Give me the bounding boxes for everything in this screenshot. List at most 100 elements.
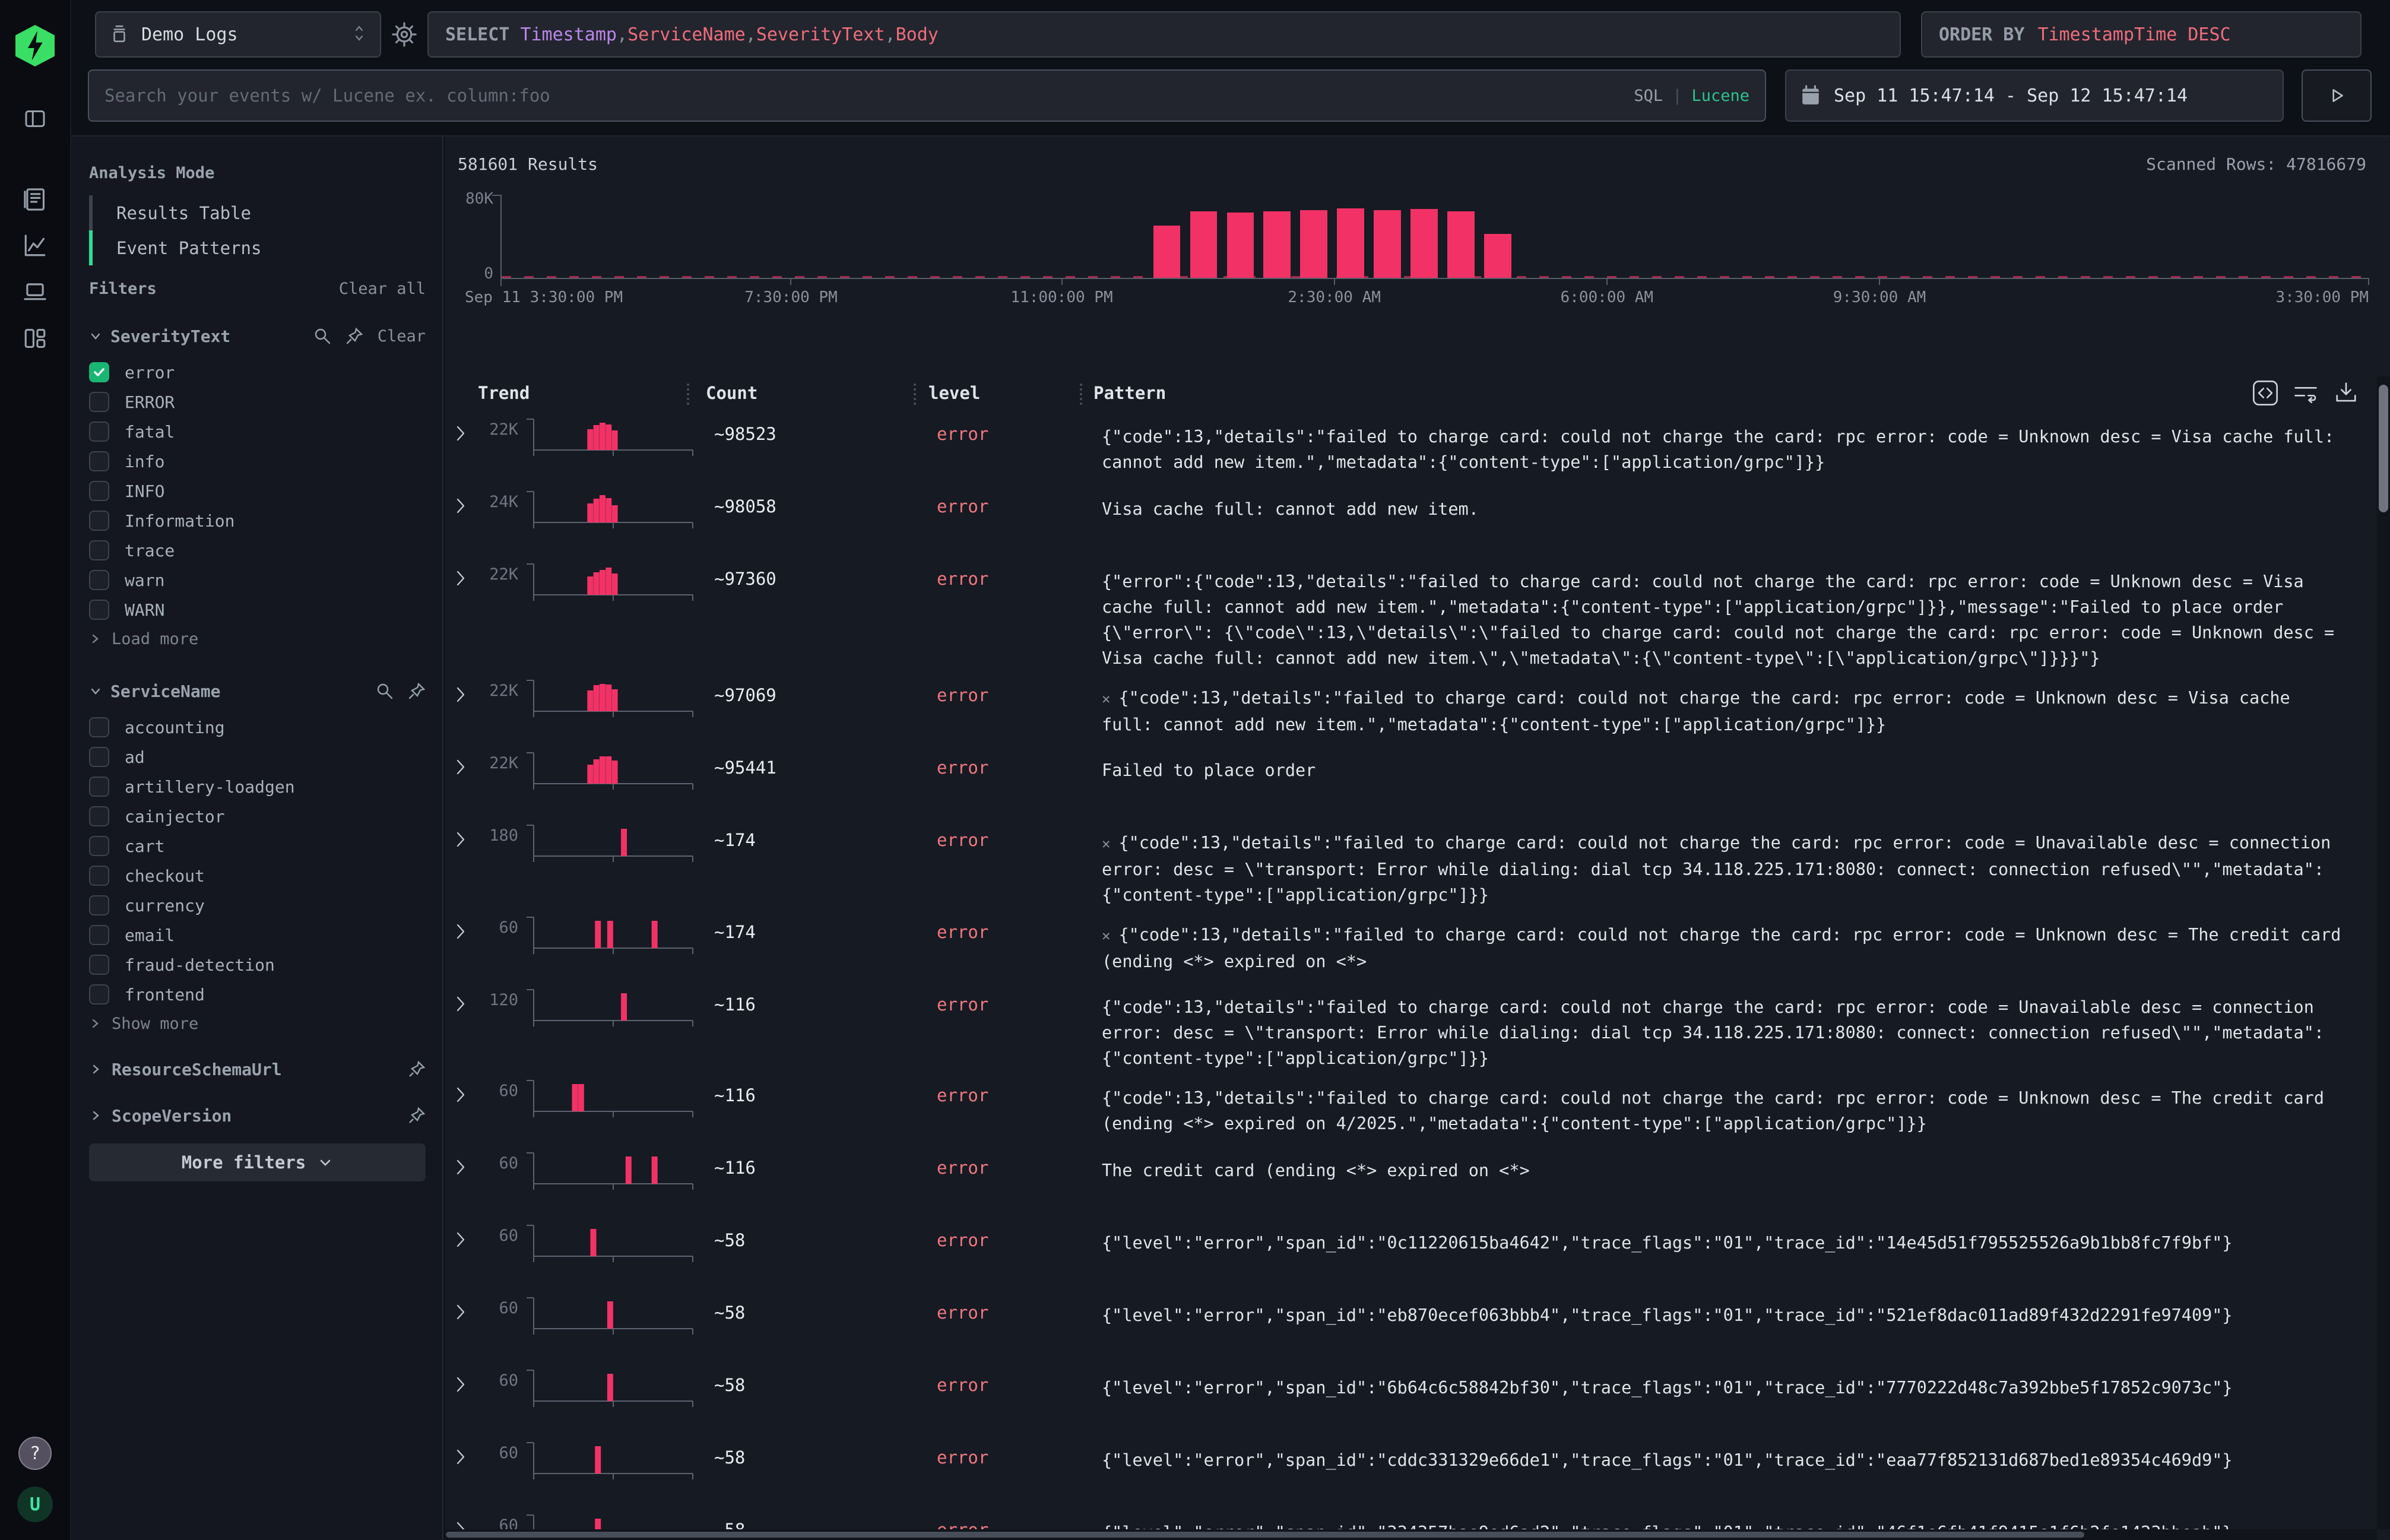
horizontal-scrollbar-thumb[interactable] bbox=[446, 1532, 2084, 1538]
pin-icon[interactable] bbox=[408, 1107, 426, 1124]
expand-row-button[interactable] bbox=[453, 1367, 479, 1396]
layout-icon[interactable] bbox=[16, 319, 54, 357]
histogram-bar[interactable] bbox=[1484, 234, 1511, 278]
table-row[interactable]: 60~174error✕{"code":13,"details":"failed… bbox=[445, 908, 2377, 980]
collapsed-filter-group[interactable]: ScopeVersion bbox=[89, 1101, 426, 1130]
filter-checkbox-item[interactable]: artillery-loadgen bbox=[89, 772, 426, 801]
filter-checkbox-item[interactable]: Information bbox=[89, 506, 426, 535]
select-query-input[interactable]: SELECT Timestamp, ServiceName, SeverityT… bbox=[427, 11, 1901, 58]
expand-row-button[interactable] bbox=[453, 986, 479, 1016]
table-row[interactable]: 22K~98523error{"code":13,"details":"fail… bbox=[445, 410, 2377, 482]
lucene-mode-toggle[interactable]: Lucene bbox=[1691, 87, 1749, 105]
expand-row-button[interactable] bbox=[453, 1077, 479, 1107]
table-row[interactable]: 24K~98058errorVisa cache full: cannot ad… bbox=[445, 482, 2377, 554]
checkbox[interactable] bbox=[89, 717, 109, 737]
filter-group-name[interactable]: SeverityText bbox=[110, 327, 230, 346]
expand-row-button[interactable] bbox=[453, 1149, 479, 1179]
checkbox[interactable] bbox=[89, 984, 109, 1005]
column-resize-handle[interactable] bbox=[687, 384, 689, 405]
filter-checkbox-item[interactable]: frontend bbox=[89, 980, 426, 1009]
histogram-bar[interactable] bbox=[1153, 226, 1181, 278]
horizontal-scrollbar[interactable] bbox=[445, 1529, 2377, 1540]
search-icon[interactable] bbox=[376, 682, 394, 700]
order-by-input[interactable]: ORDER BY TimestampTime DESC bbox=[1921, 11, 2362, 58]
filter-checkbox-item[interactable]: ad bbox=[89, 742, 426, 772]
checkbox[interactable] bbox=[89, 362, 109, 382]
filter-checkbox-item[interactable]: WARN bbox=[89, 595, 426, 625]
expand-row-button[interactable] bbox=[453, 1439, 479, 1469]
pin-icon[interactable] bbox=[408, 1060, 426, 1078]
table-row[interactable]: 60~58error{"level":"error","span_id":"6b… bbox=[445, 1361, 2377, 1433]
histogram-bar[interactable] bbox=[1300, 210, 1327, 278]
filter-checkbox-item[interactable]: checkout bbox=[89, 861, 426, 891]
checkbox[interactable] bbox=[89, 866, 109, 886]
sql-mode-toggle[interactable]: SQL bbox=[1634, 87, 1663, 105]
histogram-bar[interactable] bbox=[1263, 211, 1291, 278]
chart-icon[interactable] bbox=[16, 227, 54, 265]
chevron-down-icon[interactable] bbox=[89, 685, 102, 698]
dismiss-pattern-icon[interactable]: ✕ bbox=[1102, 690, 1110, 707]
analysis-mode-item[interactable]: Results Table bbox=[89, 195, 426, 230]
expand-row-button[interactable] bbox=[453, 416, 479, 445]
collapsed-filter-group[interactable]: ResourceSchemaUrl bbox=[89, 1054, 426, 1084]
filter-checkbox-item[interactable]: warn bbox=[89, 565, 426, 595]
table-row[interactable]: 60~58error{"level":"error","span_id":"0c… bbox=[445, 1216, 2377, 1288]
filter-checkbox-item[interactable]: fatal bbox=[89, 417, 426, 446]
histogram-bar[interactable] bbox=[1374, 210, 1401, 278]
filter-group-name[interactable]: ServiceName bbox=[110, 682, 220, 701]
filter-checkbox-item[interactable]: currency bbox=[89, 891, 426, 920]
source-settings-button[interactable] bbox=[381, 21, 427, 47]
histogram-bar[interactable] bbox=[1447, 211, 1475, 278]
histogram-bar[interactable] bbox=[1190, 211, 1218, 278]
filter-checkbox-item[interactable]: email bbox=[89, 920, 426, 950]
table-row[interactable]: 60~58error{"level":"error","span_id":"cd… bbox=[445, 1433, 2377, 1506]
col-header-trend[interactable]: Trend bbox=[445, 383, 706, 403]
view-code-icon[interactable] bbox=[2251, 379, 2280, 407]
filter-checkbox-item[interactable]: accounting bbox=[89, 712, 426, 742]
checkbox[interactable] bbox=[89, 451, 109, 471]
run-query-button[interactable] bbox=[2302, 69, 2372, 122]
expand-row-button[interactable] bbox=[453, 822, 479, 851]
expand-row-button[interactable] bbox=[453, 488, 479, 518]
vertical-scrollbar[interactable] bbox=[2377, 376, 2390, 1529]
wrap-text-icon[interactable] bbox=[2291, 379, 2320, 407]
table-row[interactable]: 120~116error{"code":13,"details":"failed… bbox=[445, 980, 2377, 1071]
vertical-scrollbar-thumb[interactable] bbox=[2379, 385, 2388, 512]
col-header-level[interactable]: level bbox=[928, 383, 1093, 403]
checkbox[interactable] bbox=[89, 540, 109, 560]
filter-checkbox-item[interactable]: INFO bbox=[89, 476, 426, 506]
laptop-icon[interactable] bbox=[16, 273, 54, 311]
checkbox[interactable] bbox=[89, 570, 109, 590]
user-avatar[interactable]: U bbox=[17, 1487, 53, 1522]
filter-checkbox-item[interactable]: error bbox=[89, 357, 426, 387]
histogram-bar[interactable] bbox=[1410, 209, 1438, 278]
filter-checkbox-item[interactable]: ERROR bbox=[89, 387, 426, 417]
filter-group-more[interactable]: Show more bbox=[89, 1009, 426, 1038]
checkbox[interactable] bbox=[89, 955, 109, 975]
table-row[interactable]: 180~174error✕{"code":13,"details":"faile… bbox=[445, 816, 2377, 908]
checkbox[interactable] bbox=[89, 806, 109, 826]
search-icon[interactable] bbox=[313, 327, 331, 345]
more-filters-button[interactable]: More filters bbox=[89, 1143, 426, 1181]
time-range-picker[interactable]: Sep 11 15:47:14 - Sep 12 15:47:14 bbox=[1785, 69, 2284, 122]
expand-row-button[interactable] bbox=[453, 560, 479, 590]
checkbox[interactable] bbox=[89, 747, 109, 767]
table-row[interactable]: 22K~95441errorFailed to place order bbox=[445, 743, 2377, 816]
table-row[interactable]: 22K~97360error{"error":{"code":13,"detai… bbox=[445, 554, 2377, 671]
download-icon[interactable] bbox=[2332, 379, 2360, 407]
table-row[interactable]: 60~116errorThe credit card (ending <*> e… bbox=[445, 1143, 2377, 1216]
table-row[interactable]: 60~58error{"level":"error","span_id":"33… bbox=[445, 1506, 2377, 1529]
checkbox[interactable] bbox=[89, 422, 109, 442]
pin-icon[interactable] bbox=[408, 682, 426, 700]
dismiss-pattern-icon[interactable]: ✕ bbox=[1102, 835, 1110, 852]
checkbox[interactable] bbox=[89, 925, 109, 945]
results-histogram[interactable]: 80K 0 Sep 11 3:30:00 PM7:30:00 PM11:00:0… bbox=[459, 189, 2369, 325]
help-button[interactable]: ? bbox=[18, 1437, 52, 1470]
expand-row-button[interactable] bbox=[453, 1294, 479, 1324]
sidebar-toggle-icon[interactable] bbox=[16, 100, 54, 138]
expand-row-button[interactable] bbox=[453, 1512, 479, 1529]
expand-row-button[interactable] bbox=[453, 1222, 479, 1251]
table-row[interactable]: 60~58error{"level":"error","span_id":"eb… bbox=[445, 1288, 2377, 1361]
clear-all-button[interactable]: Clear all bbox=[339, 280, 426, 298]
filter-checkbox-item[interactable]: trace bbox=[89, 535, 426, 565]
